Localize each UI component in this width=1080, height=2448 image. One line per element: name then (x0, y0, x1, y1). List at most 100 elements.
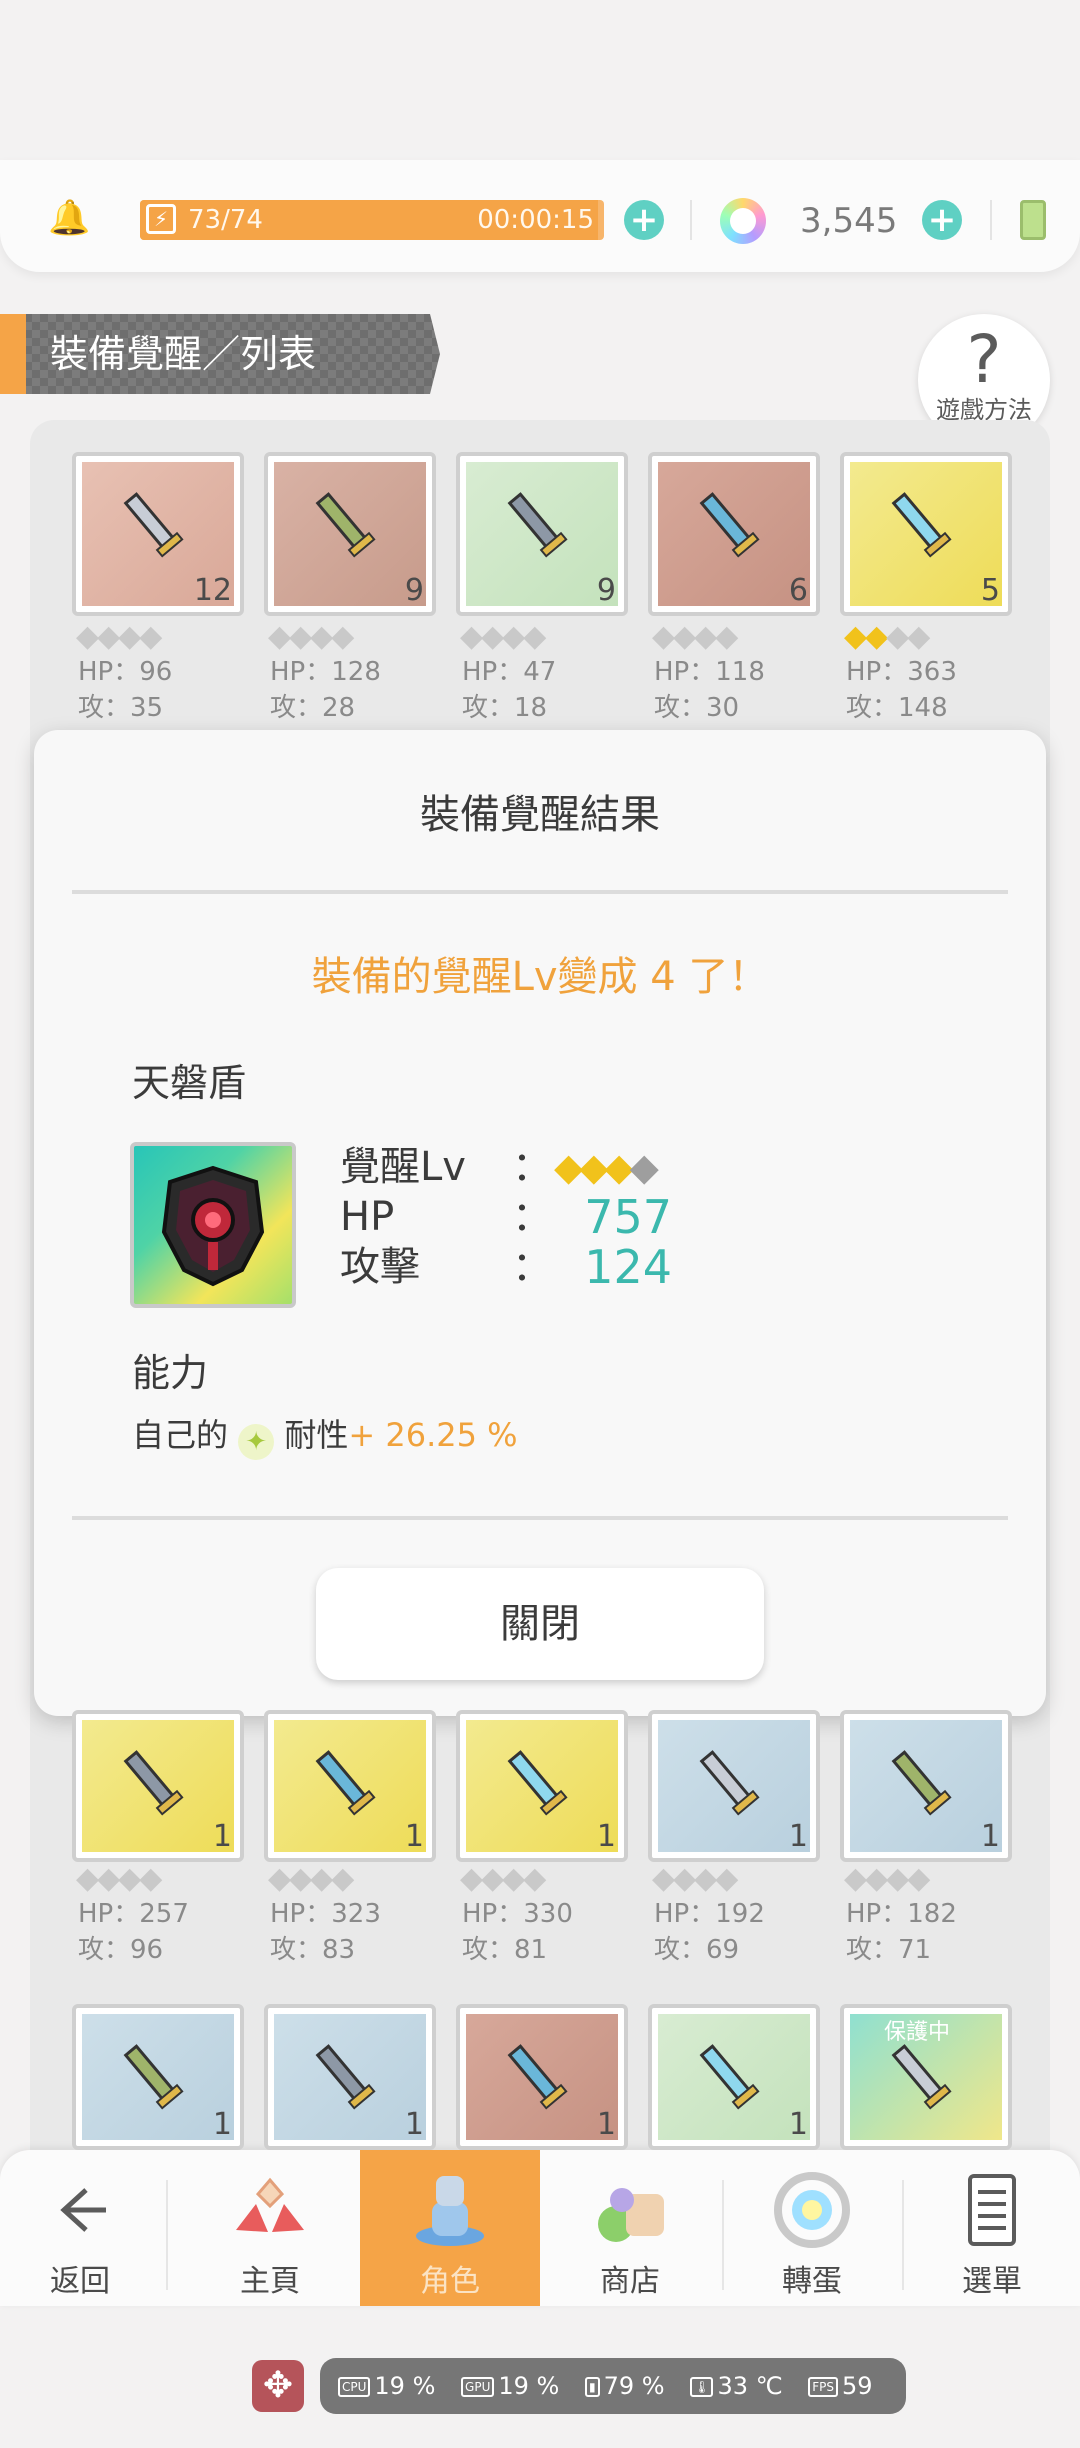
status-bar: 🔔 ⚡ 73/74 00:00:15 + 3,545 + (0, 160, 1080, 272)
shop-bag-icon (598, 2188, 664, 2242)
ability-value: + 26.25 % (348, 1416, 518, 1454)
close-button[interactable]: 關閉 (316, 1568, 764, 1680)
equipment-slot[interactable]: 1 (72, 2004, 244, 2150)
awaken-level-diamonds: ◆◆◆◆ (268, 619, 354, 654)
equipment-slot[interactable]: 1 (72, 1710, 244, 1862)
nav-back[interactable]: 返回 (0, 2150, 160, 2306)
equipment-slot[interactable]: 9 (456, 452, 628, 616)
attack-stat: 攻：83 (270, 1935, 356, 1965)
nav-shop[interactable]: 商店 (540, 2150, 720, 2306)
equipment-icon (891, 2044, 952, 2110)
attack-stat: 攻：28 (270, 693, 356, 723)
stack-count: 9 (404, 573, 424, 608)
protected-tag: 保護中 (884, 2020, 951, 2045)
attack-stat: 攻：30 (654, 693, 740, 723)
back-arrow-icon (60, 2188, 106, 2232)
attack-label: 攻擊 (340, 1244, 420, 1290)
stack-count: 5 (980, 573, 1000, 608)
question-icon: ? (966, 321, 1002, 398)
equipment-slot[interactable]: 1 (264, 1710, 436, 1862)
temp-value: 33 ℃ (717, 2372, 783, 2400)
stack-count: 1 (404, 2107, 424, 2142)
add-stamina-button[interactable]: + (624, 200, 664, 240)
hp-stat: HP：257 (78, 1899, 189, 1929)
equipment-icon (507, 2044, 568, 2110)
shield-icon (130, 1142, 296, 1308)
equipment-icon (699, 2044, 760, 2110)
nav-back-label: 返回 (50, 2264, 110, 2299)
gpu-value: 19 % (498, 2372, 560, 2400)
awaken-result-dialog: 裝備覺醒結果 裝備的覺醒Lv變成 4 了！ 天磐盾 覺醒Lv ： ◆◆◆◆ HP… (34, 730, 1046, 1716)
divider (990, 200, 992, 240)
nav-character-label: 角色 (420, 2264, 480, 2299)
header-accent (0, 314, 26, 394)
equipment-slot[interactable]: 保護中 (840, 2004, 1012, 2150)
gem-icon (720, 198, 766, 244)
lightning-icon: ⚡ (146, 204, 176, 234)
stamina-bar: ⚡ 73/74 00:00:15 (140, 200, 604, 240)
hp-stat: HP：323 (270, 1899, 381, 1929)
stack-count: 1 (788, 2107, 808, 2142)
fps-value: 59 (841, 2372, 873, 2400)
nav-home[interactable]: 主頁 (180, 2150, 360, 2306)
stack-count: 12 (193, 573, 232, 608)
stack-count: 6 (788, 573, 808, 608)
equipment-slot[interactable]: 1 (456, 1710, 628, 1862)
stack-count: 1 (212, 1819, 232, 1854)
hp-stat: HP：192 (654, 1899, 765, 1929)
home-icon (236, 2177, 304, 2232)
awaken-level-diamonds: ◆◆◆◆ (844, 619, 930, 654)
hp-stat: HP：96 (78, 657, 173, 687)
performance-overlay: CPU 19 % GPU 19 % ▮ 79 % 🌡 33 ℃ FPS 59 (320, 2358, 906, 2414)
equipment-slot[interactable]: 12 (72, 452, 244, 616)
equipment-slot[interactable]: 5 (840, 452, 1012, 616)
result-message: 裝備的覺醒Lv變成 4 了！ (311, 954, 769, 1000)
hp-value: 757 (584, 1190, 672, 1244)
awaken-level-diamonds: ◆◆◆◆ (76, 1861, 162, 1896)
bell-icon[interactable]: 🔔 (48, 198, 90, 238)
equipment-slot[interactable]: 1 (264, 2004, 436, 2150)
nav-menu-label: 選單 (962, 2264, 1022, 2299)
menu-list-icon (968, 2174, 1016, 2246)
stack-count: 9 (596, 573, 616, 608)
stack-count: 1 (788, 1819, 808, 1854)
nav-menu[interactable]: 選單 (904, 2150, 1080, 2306)
item-name: 天磐盾 (132, 1061, 247, 1105)
equipment-icon (891, 1750, 952, 1816)
nav-character[interactable]: 角色 (360, 2150, 540, 2306)
hp-stat: HP：363 (846, 657, 957, 687)
equipment-slot[interactable]: 9 (264, 452, 436, 616)
equipment-slot[interactable]: 1 (648, 1710, 820, 1862)
nav-gacha[interactable]: 轉蛋 (724, 2150, 900, 2306)
add-gem-button[interactable]: + (922, 200, 962, 240)
equipment-slot[interactable]: 1 (840, 1710, 1012, 1862)
ability-prefix: 自己的 (132, 1416, 229, 1454)
awaken-level-diamonds: ◆◆◆◆ (652, 619, 738, 654)
hp-stat: HP：118 (654, 657, 765, 687)
stack-count: 1 (980, 1819, 1000, 1854)
move-icon[interactable]: ✥ (252, 2360, 304, 2412)
gem-count: 3,545 (800, 201, 898, 241)
equipment-slot[interactable]: 1 (648, 2004, 820, 2150)
equipment-icon (123, 1750, 184, 1816)
equipment-icon (699, 492, 760, 558)
character-icon (416, 2176, 484, 2246)
equipment-slot[interactable]: 6 (648, 452, 820, 616)
ability-text: 自己的 ✦ 耐性+ 26.25 % (132, 1410, 518, 1460)
hp-stat: HP：330 (462, 1899, 573, 1929)
equipment-icon (315, 492, 376, 558)
stack-count: 1 (212, 2107, 232, 2142)
equipment-icon (123, 2044, 184, 2110)
attack-stat: 攻：148 (846, 693, 948, 723)
awaken-level-diamonds: ◆◆◆◆ (652, 1861, 738, 1896)
divider (690, 200, 692, 240)
equipment-icon (123, 492, 184, 558)
hp-stat: HP：182 (846, 1899, 957, 1929)
equipment-icon (507, 1750, 568, 1816)
attack-stat: 攻：96 (78, 1935, 164, 1965)
sparkle-icon: ✦ (238, 1424, 275, 1460)
equipment-slot[interactable]: 1 (456, 2004, 628, 2150)
attack-stat: 攻：18 (462, 693, 548, 723)
bottom-nav: 返回 主頁 角色 商店 轉蛋 選單 (0, 2150, 1080, 2306)
hp-label: HP (340, 1194, 395, 1240)
